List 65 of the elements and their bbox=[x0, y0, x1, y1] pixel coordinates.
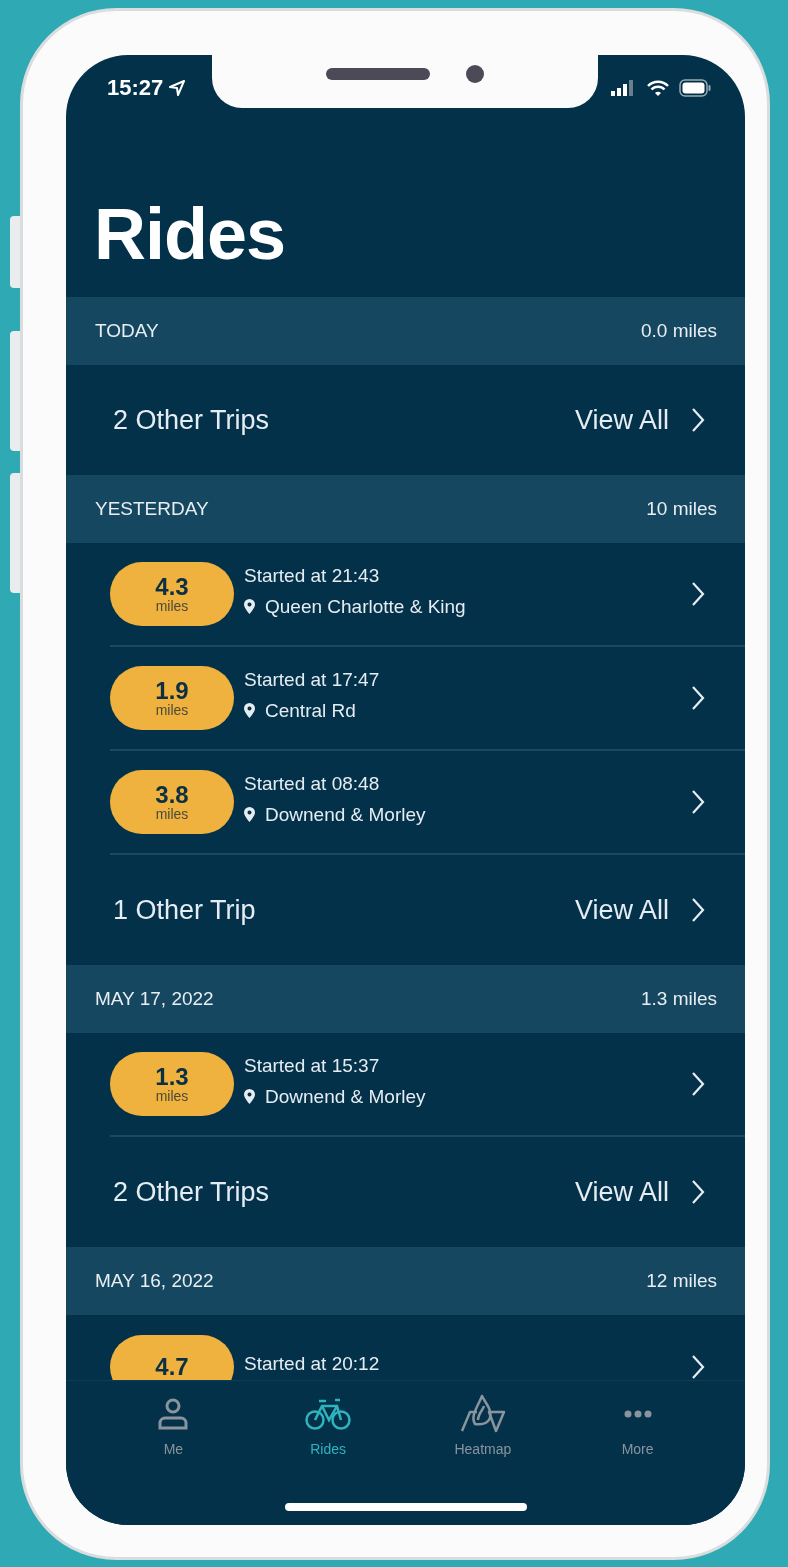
other-trips-label: 1 Other Trip bbox=[113, 894, 256, 926]
chevron-right-icon bbox=[691, 685, 705, 711]
chevron-right-icon bbox=[691, 789, 705, 815]
ride-row[interactable]: 4.3 miles Started at 21:43 Queen Charlotte & King bbox=[110, 543, 745, 647]
ride-row[interactable]: 1.3 miles Started at 15:37 Downend & Morley bbox=[110, 1033, 745, 1137]
distance-value: 1.9 bbox=[155, 679, 189, 703]
view-all-link[interactable]: View All bbox=[574, 894, 705, 926]
section-date: MAY 17, 2022 bbox=[95, 988, 214, 1010]
section-distance: 10 miles bbox=[646, 498, 717, 520]
location-pin-icon bbox=[244, 599, 255, 614]
start-time: Started at 08:48 bbox=[244, 772, 381, 795]
section-date: YESTERDAY bbox=[95, 498, 209, 520]
location-arrow-icon bbox=[169, 80, 186, 96]
ride-row[interactable]: 1.9 miles Started at 17:47 Central Rd bbox=[110, 647, 745, 751]
other-trips-label: 2 Other Trips bbox=[113, 404, 270, 436]
camera bbox=[466, 65, 484, 83]
section-distance: 12 miles bbox=[646, 1270, 717, 1292]
location-name: Downend & Morley bbox=[265, 1085, 426, 1108]
bicycle-icon bbox=[305, 1397, 352, 1431]
wifi-icon bbox=[647, 80, 669, 96]
status-time: 15:27 bbox=[107, 75, 186, 101]
section-distance: 1.3 miles bbox=[640, 988, 717, 1010]
tab[interactable]: Heatmap bbox=[427, 1393, 538, 1457]
start-time: Started at 15:37 bbox=[244, 1054, 381, 1077]
tab[interactable]: Me bbox=[118, 1393, 229, 1457]
chevron-right-icon bbox=[691, 581, 705, 607]
location-name: Queen Charlotte & King bbox=[265, 595, 466, 618]
view-all-link[interactable]: View All bbox=[574, 404, 705, 436]
battery-icon bbox=[679, 79, 711, 97]
section-distance: 0.0 miles bbox=[640, 320, 717, 342]
section-date: TODAY bbox=[95, 320, 159, 342]
distance-unit: miles bbox=[155, 703, 189, 717]
more-icon bbox=[623, 1410, 652, 1418]
distance-unit: miles bbox=[155, 1089, 189, 1103]
start-time: Started at 21:43 bbox=[244, 564, 381, 587]
section-date: MAY 16, 2022 bbox=[95, 1270, 214, 1292]
distance-value: 4.7 bbox=[155, 1355, 189, 1379]
start-time: Started at 20:12 bbox=[244, 1353, 381, 1375]
other-trips-row[interactable]: 2 Other Trips View All bbox=[66, 365, 745, 475]
distance-unit: miles bbox=[155, 807, 189, 821]
chevron-right-icon bbox=[691, 897, 705, 923]
other-trips-label: 2 Other Trips bbox=[113, 1176, 270, 1208]
page-title: Rides bbox=[93, 192, 287, 276]
start-time: Started at 17:47 bbox=[244, 668, 381, 691]
location-name: Downend & Morley bbox=[265, 803, 426, 826]
ride-row[interactable]: 3.8 miles Started at 08:48 Downend & Morley bbox=[110, 751, 745, 855]
distance-value: 1.3 bbox=[155, 1065, 189, 1089]
location-name: Central Rd bbox=[265, 699, 356, 722]
location-pin-icon bbox=[244, 1089, 255, 1104]
tab[interactable]: Rides bbox=[273, 1393, 384, 1457]
location-pin-icon bbox=[244, 703, 255, 718]
heatmap-icon bbox=[459, 1394, 506, 1434]
chevron-right-icon bbox=[691, 1071, 705, 1097]
location-pin-icon bbox=[244, 807, 255, 822]
view-all-link[interactable]: View All bbox=[574, 1176, 705, 1208]
distance-value: 3.8 bbox=[155, 783, 189, 807]
chevron-right-icon bbox=[691, 1354, 705, 1380]
distance-unit: miles bbox=[155, 599, 189, 613]
tab[interactable]: More bbox=[582, 1393, 693, 1457]
distance-value: 4.3 bbox=[155, 575, 189, 599]
chevron-right-icon bbox=[691, 1179, 705, 1205]
chevron-right-icon bbox=[691, 407, 705, 433]
person-icon bbox=[156, 1397, 191, 1431]
other-trips-row[interactable]: 2 Other Trips View All bbox=[66, 1137, 745, 1247]
other-trips-row[interactable]: 1 Other Trip View All bbox=[66, 855, 745, 965]
